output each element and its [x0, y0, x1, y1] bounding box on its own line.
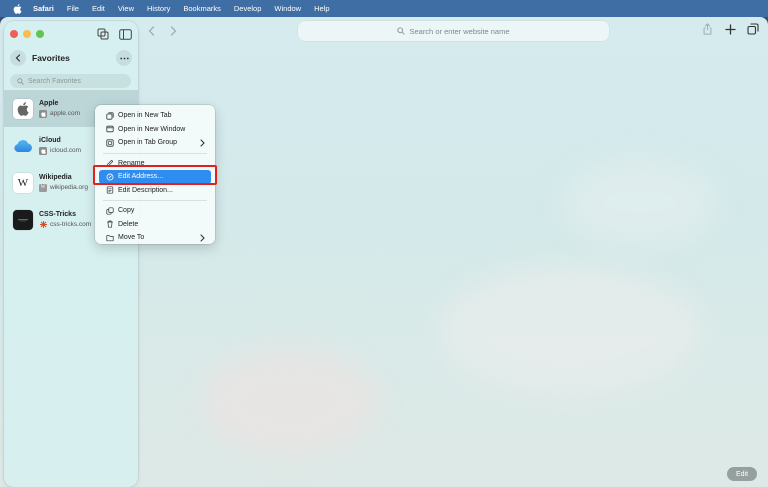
address-placeholder: Search or enter website name	[409, 26, 510, 36]
more-options-button[interactable]	[116, 50, 132, 66]
favorite-url: css-tricks.com	[39, 221, 91, 229]
apple-logo-icon	[13, 98, 33, 119]
navigation-arrows	[142, 23, 182, 39]
css-tricks-favicon-icon	[39, 221, 47, 229]
favorite-url-text: wikipedia.org	[50, 184, 88, 191]
window-toolbar-right	[700, 22, 760, 36]
menu-item-label: Move To	[118, 234, 145, 242]
annotation-highlight-box	[93, 165, 217, 185]
share-icon[interactable]	[700, 22, 714, 36]
apple-favicon-icon	[39, 146, 47, 155]
menu-item-delete[interactable]: Delete	[99, 218, 211, 232]
minimize-window-button[interactable]	[23, 30, 31, 38]
address-bar[interactable]: Search or enter website name	[298, 21, 609, 41]
chevron-right-icon	[200, 233, 205, 242]
menu-help[interactable]: Help	[314, 4, 329, 13]
background-cloud	[560, 157, 720, 247]
css-tricks-icon	[13, 209, 33, 230]
sidebar-toggle-icon[interactable]	[118, 27, 132, 41]
sidebar-back-button[interactable]	[10, 50, 26, 66]
menu-item-open-new-window[interactable]: Open in New Window	[99, 123, 211, 137]
menu-bar: Safari File Edit View History Bookmarks …	[0, 0, 768, 17]
forward-button[interactable]	[164, 23, 182, 39]
apple-favicon-icon	[39, 109, 47, 118]
menu-item-open-tab-group[interactable]: Open in Tab Group	[99, 136, 211, 150]
sidebar-header: Favorites	[10, 50, 132, 66]
zoom-window-button[interactable]	[36, 30, 44, 38]
wikipedia-w-icon: W	[13, 172, 33, 193]
safari-window: Search or enter website name Favorites S…	[0, 17, 768, 487]
sidebar: Favorites Search Favorites Apple apple.c…	[4, 21, 138, 487]
background-cloud	[200, 347, 380, 457]
menu-window[interactable]: Window	[274, 4, 301, 13]
menu-item-label: Copy	[118, 207, 135, 215]
menu-develop[interactable]: Develop	[234, 4, 262, 13]
tab-overview-icon[interactable]	[746, 22, 760, 36]
favorite-url: W wikipedia.org	[39, 183, 88, 192]
favorite-name: iCloud	[39, 136, 61, 144]
menu-safari[interactable]: Safari	[33, 4, 54, 13]
edit-button[interactable]: Edit	[727, 467, 757, 481]
close-window-button[interactable]	[10, 30, 18, 38]
favorite-url-text: icloud.com	[50, 147, 82, 154]
favorite-name: Wikipedia	[39, 173, 72, 181]
menu-separator	[103, 200, 207, 201]
menu-item-move-to[interactable]: Move To	[99, 231, 211, 245]
menu-separator	[103, 152, 207, 154]
favorite-url-text: css-tricks.com	[50, 221, 92, 228]
menu-bookmarks[interactable]: Bookmarks	[183, 4, 221, 13]
menu-item-label: Edit Description...	[118, 186, 173, 194]
favorite-url: icloud.com	[39, 146, 82, 155]
chevron-right-icon	[200, 138, 205, 147]
menu-item-label: Open in New Window	[118, 125, 186, 133]
trash-icon	[105, 220, 114, 229]
tab-group-icon	[105, 138, 114, 147]
menu-item-open-new-tab[interactable]: Open in New Tab	[99, 109, 211, 123]
favorite-name: Apple	[39, 99, 59, 107]
menu-item-copy[interactable]: Copy	[99, 204, 211, 218]
cloud-icon	[13, 136, 33, 156]
search-icon	[397, 27, 406, 35]
menu-edit[interactable]: Edit	[92, 4, 105, 13]
window-controls	[10, 30, 44, 38]
favorite-name: CSS-Tricks	[39, 210, 76, 218]
back-button[interactable]	[142, 23, 160, 39]
favorite-url-text: apple.com	[50, 110, 80, 117]
apple-logo-icon[interactable]	[11, 3, 23, 15]
menu-item-label: Delete	[118, 220, 139, 228]
menu-item-edit-description[interactable]: Edit Description...	[99, 184, 211, 198]
menu-file[interactable]: File	[67, 4, 79, 13]
search-icon	[17, 77, 24, 85]
search-favorites-placeholder: Search Favorites	[28, 77, 81, 85]
menu-history[interactable]: History	[147, 4, 170, 13]
new-tab-icon	[105, 111, 114, 120]
search-favorites-field[interactable]: Search Favorites	[10, 74, 131, 88]
folder-icon	[105, 233, 114, 242]
menu-view[interactable]: View	[118, 4, 134, 13]
sidebar-tools	[96, 27, 132, 41]
copy-icon	[105, 206, 114, 215]
favorite-url: apple.com	[39, 109, 80, 118]
menu-item-label: Open in Tab Group	[118, 139, 178, 147]
menu-item-label: Open in New Tab	[118, 112, 172, 120]
new-window-icon	[105, 125, 114, 134]
tab-groups-icon[interactable]	[96, 27, 110, 41]
background-cloud	[440, 267, 700, 397]
new-tab-plus-icon[interactable]	[723, 22, 737, 36]
sidebar-title: Favorites	[32, 53, 70, 63]
wikipedia-favicon-icon: W	[39, 183, 47, 192]
edit-description-icon	[105, 186, 114, 195]
